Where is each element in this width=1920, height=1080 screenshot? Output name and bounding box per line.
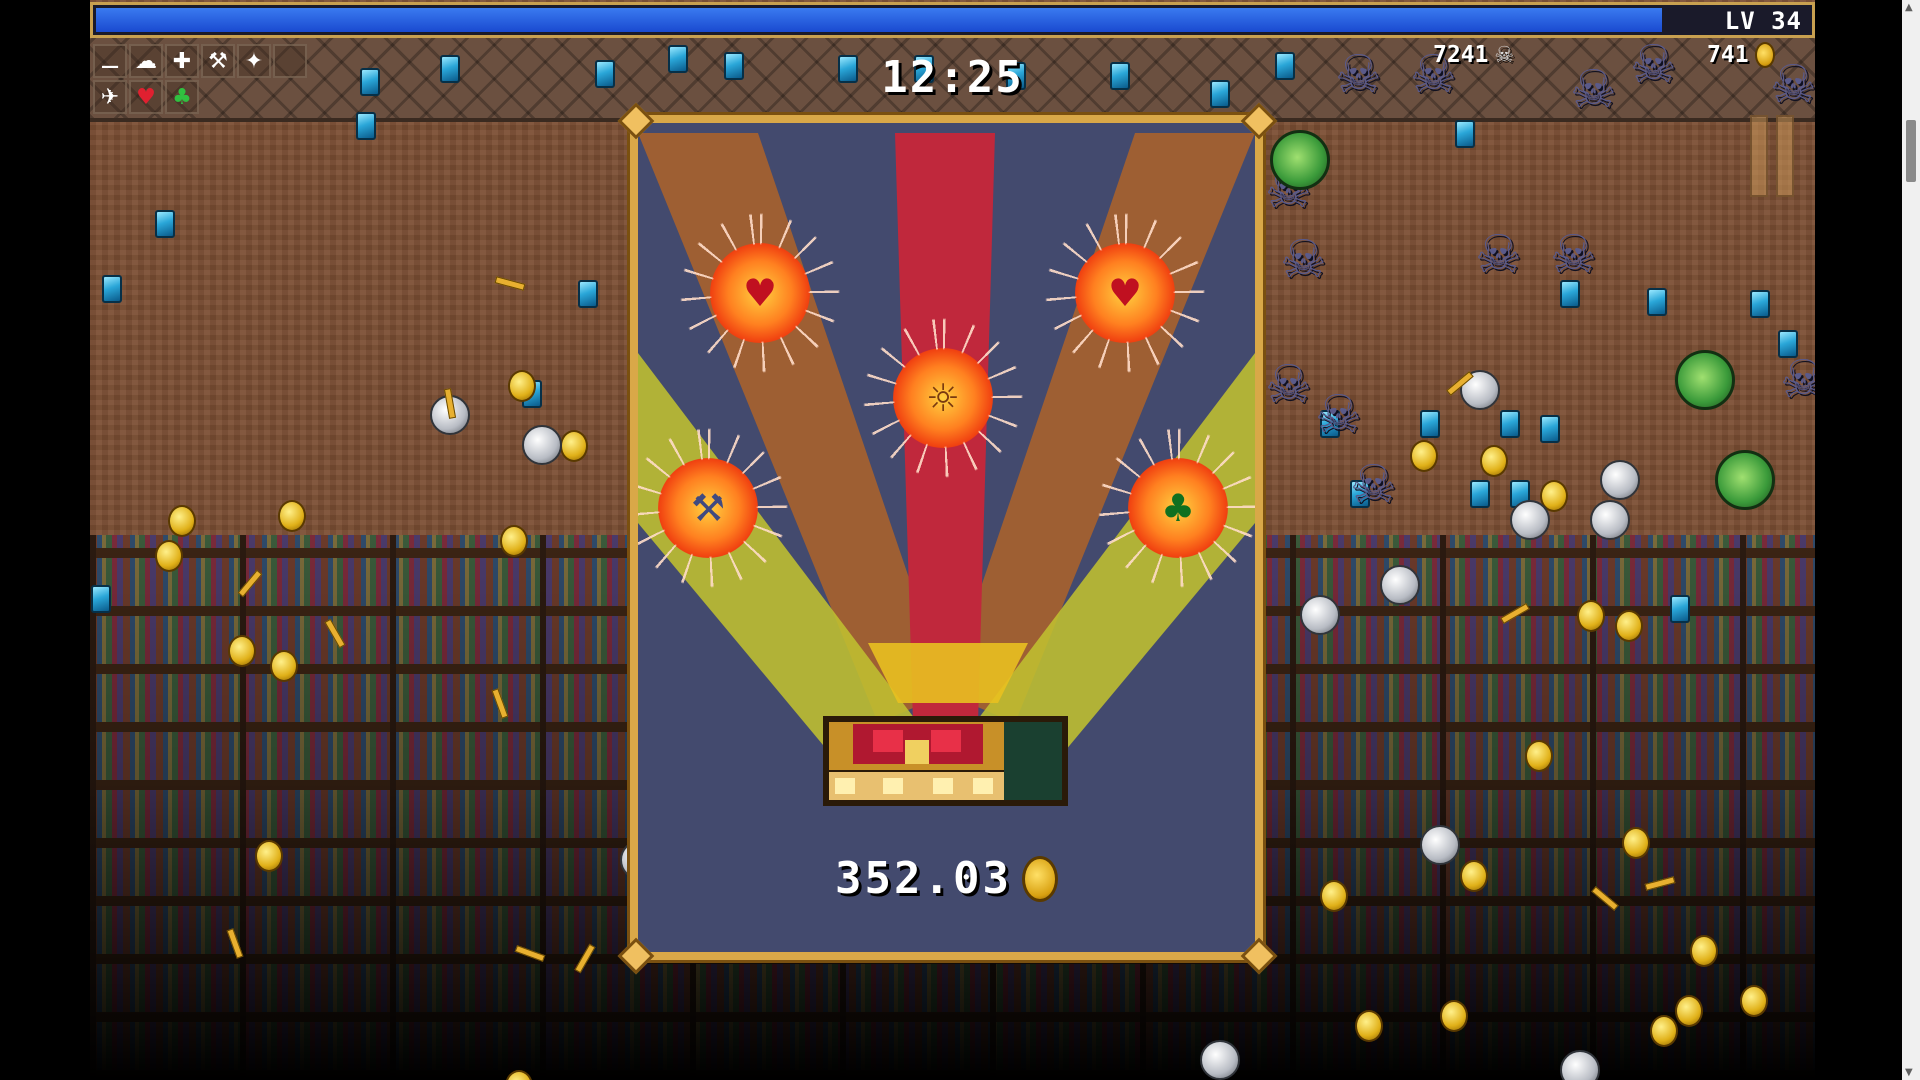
gold-coin-icon <box>1410 440 1438 472</box>
xp-gem-icon <box>356 112 376 140</box>
coin-icon <box>1021 855 1058 902</box>
gold-counter: 741 <box>1707 42 1775 68</box>
coin-icon <box>1754 42 1775 68</box>
gold-coin-icon <box>278 500 306 532</box>
skeleton-enemy-icon: ☠ <box>1780 350 1815 410</box>
xp-gem-icon <box>1470 480 1490 508</box>
scroll-down-arrow[interactable]: ▼ <box>1905 1067 1913 1078</box>
heart-icon: ♥ <box>1107 271 1143 315</box>
gold-coin-icon <box>1650 1015 1678 1047</box>
gold-coin-icon <box>1440 1000 1468 1032</box>
game-viewport[interactable]: ☠ ☠ ☠ ☠ ☠ ☠ ☠ ☠ ☠ ☠ ☠ ☠ ☠ LV 34 ⚊ ☁ ✚ ⚒ ✦ ✈ ♥ ♣ 12:2… <box>90 0 1815 1080</box>
kill-count: 7241 <box>1433 42 1489 68</box>
silver-coin-icon <box>522 425 562 465</box>
silver-coin-icon <box>1590 500 1630 540</box>
gold-coin-icon <box>1355 1010 1383 1042</box>
skeleton-enemy-icon: ☠ <box>1475 225 1522 285</box>
scrollbar-thumb[interactable] <box>1906 120 1916 182</box>
gold-coin-icon <box>1615 610 1643 642</box>
silver-coin-icon <box>1600 460 1640 500</box>
skull-icon: ☠ <box>1494 42 1515 68</box>
reward-orb-clover: ♣ <box>1128 458 1228 558</box>
clover-icon: ♣ <box>1160 486 1196 530</box>
gold-coin-icon <box>255 840 283 872</box>
gold-coin-icon <box>1320 880 1348 912</box>
candelabrador-icon: ☼ <box>925 376 961 420</box>
medusa-head-enemy-icon <box>1715 450 1775 510</box>
gold-coin-icon <box>155 540 183 572</box>
pause-bar-left <box>1750 115 1768 197</box>
gold-coin-icon <box>270 650 298 682</box>
gold-coin-icon <box>228 635 256 667</box>
gold-count: 741 <box>1707 42 1749 68</box>
reward-orb-axe: ⚒ <box>658 458 758 558</box>
survival-timer: 12:25 <box>881 52 1024 103</box>
skeleton-enemy-icon: ☠ <box>1550 225 1597 285</box>
skeleton-enemy-icon: ☠ <box>1350 455 1397 515</box>
reward-orb-heart-right: ♥ <box>1075 243 1175 343</box>
silver-coin-icon <box>1300 595 1340 635</box>
silver-coin-icon <box>1420 825 1460 865</box>
silver-coin-icon <box>1510 500 1550 540</box>
reward-amount-text: 352.03 <box>835 853 1012 904</box>
gold-coin-icon <box>1740 985 1768 1017</box>
axe-icon: ⚒ <box>690 486 726 530</box>
reward-amount: 352.03 <box>638 853 1255 904</box>
skeleton-enemy-icon: ☠ <box>1265 355 1312 415</box>
xp-gem-icon <box>578 280 598 308</box>
gold-coin-icon <box>1460 860 1488 892</box>
xp-gem-icon <box>1540 415 1560 443</box>
gold-coin-icon <box>1622 827 1650 859</box>
browser-scrollbar[interactable]: ▲ ▼ <box>1902 0 1920 1080</box>
floor-chicken-icon <box>494 276 526 291</box>
gold-coin-icon <box>168 505 196 537</box>
treasure-chest <box>823 716 1068 806</box>
xp-gem-icon <box>1455 120 1475 148</box>
reward-orb-center: ☼ <box>893 348 993 448</box>
silver-coin-icon <box>1380 565 1420 605</box>
experience-bar-fill <box>96 8 1662 32</box>
kill-counter: 7241 ☠ <box>1433 42 1514 68</box>
medusa-head-enemy-icon <box>1675 350 1735 410</box>
gold-coin-icon <box>560 430 588 462</box>
gold-coin-icon <box>1577 600 1605 632</box>
experience-bar: LV 34 <box>90 2 1815 38</box>
gold-coin-icon <box>508 370 536 402</box>
treasure-chest-panel[interactable]: ♥ ♥ ☼ ⚒ ♣ 352.03 <box>627 112 1266 963</box>
level-indicator: LV 34 <box>1724 7 1802 35</box>
skeleton-enemy-icon: ☠ <box>1280 230 1327 290</box>
xp-gem-icon <box>1647 288 1667 316</box>
gold-coin-icon <box>1480 445 1508 477</box>
xp-gem-icon <box>1670 595 1690 623</box>
heart-icon: ♥ <box>742 271 778 315</box>
reward-orb-heart-left: ♥ <box>710 243 810 343</box>
silver-coin-icon <box>1200 1040 1240 1080</box>
xp-gem-icon <box>102 275 122 303</box>
gold-coin-icon <box>1675 995 1703 1027</box>
gold-coin-icon <box>1690 935 1718 967</box>
xp-gem-icon <box>1500 410 1520 438</box>
skeleton-enemy-icon: ☠ <box>1315 385 1362 445</box>
xp-gem-icon <box>1420 410 1440 438</box>
xp-gem-icon <box>91 585 111 613</box>
xp-gem-icon <box>1750 290 1770 318</box>
scroll-up-arrow[interactable]: ▲ <box>1905 2 1913 13</box>
gold-coin-icon <box>500 525 528 557</box>
pause-bar-right <box>1776 115 1794 197</box>
xp-gem-icon <box>155 210 175 238</box>
gold-coin-icon <box>1525 740 1553 772</box>
medusa-head-enemy-icon <box>1270 130 1330 190</box>
